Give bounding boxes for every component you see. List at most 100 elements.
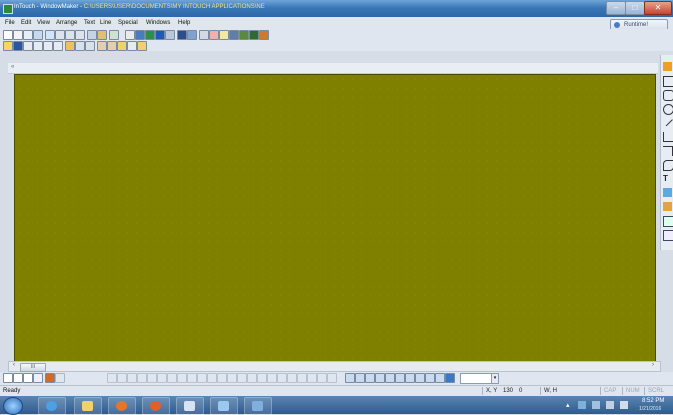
align-middle-obj-icon[interactable] <box>147 373 157 383</box>
runtime-icon-tb[interactable] <box>239 30 249 40</box>
zoom-out-icon[interactable] <box>415 373 425 383</box>
ellipse-tool-icon[interactable] <box>663 104 673 115</box>
underline-icon[interactable] <box>33 41 43 51</box>
minimize-button[interactable]: – <box>606 1 626 15</box>
fill-color-icon[interactable] <box>107 41 117 51</box>
maximize-button[interactable]: □ <box>625 1 645 15</box>
button-tool-icon[interactable] <box>663 202 672 211</box>
align-right-obj-icon[interactable] <box>127 373 137 383</box>
make-symbol-icon[interactable] <box>277 373 287 383</box>
line-color-icon[interactable] <box>97 41 107 51</box>
space-horiz-icon[interactable] <box>177 373 187 383</box>
cut-icon[interactable] <box>55 30 65 40</box>
make-cell-icon[interactable] <box>297 373 307 383</box>
polygon-tool-icon[interactable] <box>663 160 673 171</box>
menu-special[interactable]: Special <box>118 20 138 26</box>
send-back-icon[interactable] <box>197 373 207 383</box>
full-screen-icon[interactable] <box>395 373 405 383</box>
smooth-icon[interactable] <box>385 373 395 383</box>
open-window-icon[interactable] <box>13 30 23 40</box>
italic-icon[interactable] <box>23 41 33 51</box>
menu-arrange[interactable]: Arrange <box>56 20 77 26</box>
hv-line-tool-icon[interactable] <box>663 132 673 142</box>
menu-help[interactable]: Help <box>178 20 190 26</box>
zoom-in-icon[interactable] <box>405 373 415 383</box>
app-icon-tb[interactable] <box>259 30 269 40</box>
copy-icon[interactable] <box>65 30 75 40</box>
bottom-new-icon[interactable] <box>3 373 13 383</box>
menu-windows[interactable]: Windows <box>146 20 170 26</box>
taskbar-windowmaker[interactable] <box>210 397 238 415</box>
rounded-rect-tool-icon[interactable] <box>663 90 673 101</box>
text-color-icon[interactable] <box>117 41 127 51</box>
bottom-open-icon[interactable] <box>13 373 23 383</box>
bitmap-tool-icon[interactable] <box>663 188 672 197</box>
taskbar-explorer[interactable] <box>74 397 102 415</box>
font-smaller-icon[interactable] <box>53 41 63 51</box>
line-tool-icon[interactable] <box>662 115 673 127</box>
tray-flag-icon[interactable] <box>578 401 586 409</box>
flip-horiz-icon[interactable] <box>237 373 247 383</box>
font-larger-icon[interactable] <box>43 41 53 51</box>
taskbar-intouch-app[interactable] <box>176 397 204 415</box>
align-left-icon[interactable] <box>65 41 75 51</box>
bottom-grid-icon[interactable] <box>45 373 55 383</box>
bold-icon[interactable] <box>13 41 23 51</box>
print-icon[interactable] <box>45 30 55 40</box>
bottom-close-icon[interactable] <box>23 373 33 383</box>
paste-icon[interactable] <box>75 30 85 40</box>
window-props-icon[interactable] <box>187 30 197 40</box>
tray-volume-icon[interactable] <box>620 401 628 409</box>
scroll-thumb[interactable]: III <box>20 363 46 372</box>
pointer-tool-icon[interactable] <box>663 62 672 71</box>
menu-text[interactable]: Text <box>84 20 95 26</box>
zoom-level-icon[interactable] <box>445 373 455 383</box>
menu-edit[interactable]: Edit <box>21 20 31 26</box>
save-icon[interactable] <box>33 30 43 40</box>
taskbar-viewer[interactable] <box>244 397 272 415</box>
horizontal-scrollbar[interactable]: ‹ III › <box>8 361 661 372</box>
undo-icon[interactable] <box>87 30 97 40</box>
bottom-find-icon[interactable] <box>327 373 337 383</box>
wizard-icon[interactable] <box>135 30 145 40</box>
zoom-input[interactable] <box>460 373 492 384</box>
bottom-save-icon[interactable] <box>33 373 43 383</box>
bring-front-icon[interactable] <box>207 373 217 383</box>
align-left-obj-icon[interactable] <box>107 373 117 383</box>
start-button[interactable] <box>3 397 23 415</box>
import-icon[interactable] <box>97 30 107 40</box>
ungroup-icon[interactable] <box>267 373 277 383</box>
grid-toggle-icon[interactable] <box>345 373 355 383</box>
library-icon[interactable] <box>229 30 239 40</box>
bottom-edit-icon[interactable] <box>55 373 65 383</box>
alarm-icon[interactable] <box>219 30 229 40</box>
close-window-icon[interactable] <box>23 30 33 40</box>
chevron-down-icon[interactable]: ▾ <box>491 373 499 384</box>
trend-icon[interactable] <box>209 30 219 40</box>
snap-icon[interactable] <box>355 373 365 383</box>
tagname-icon[interactable] <box>145 30 155 40</box>
control-tool-icon[interactable] <box>663 230 673 241</box>
line-style-icon[interactable] <box>137 41 147 51</box>
scroll-right-icon[interactable]: › <box>649 362 657 371</box>
align-center-obj-icon[interactable] <box>117 373 127 383</box>
cross-ref-icon[interactable] <box>199 30 209 40</box>
taskbar-ie[interactable] <box>38 397 66 415</box>
polyline-tool-icon[interactable] <box>663 146 673 156</box>
align-bottom-obj-icon[interactable] <box>157 373 167 383</box>
rotate-left-icon[interactable] <box>217 373 227 383</box>
ruler-toggle-icon[interactable] <box>365 373 375 383</box>
window-color-icon[interactable] <box>127 41 137 51</box>
space-vert-icon[interactable] <box>187 373 197 383</box>
rectangle-tool-icon[interactable] <box>663 76 673 87</box>
text-tool-icon[interactable]: T <box>663 174 672 183</box>
flip-vert-icon[interactable] <box>247 373 257 383</box>
font-icon[interactable] <box>3 41 13 51</box>
menu-line[interactable]: Line <box>100 20 111 26</box>
trend-tool-icon[interactable] <box>663 216 673 227</box>
menu-view[interactable]: View <box>37 20 50 26</box>
rotate-right-icon[interactable] <box>227 373 237 383</box>
tray-network-icon[interactable] <box>592 401 600 409</box>
script-icon[interactable] <box>177 30 187 40</box>
zoom-window-icon[interactable] <box>435 373 445 383</box>
